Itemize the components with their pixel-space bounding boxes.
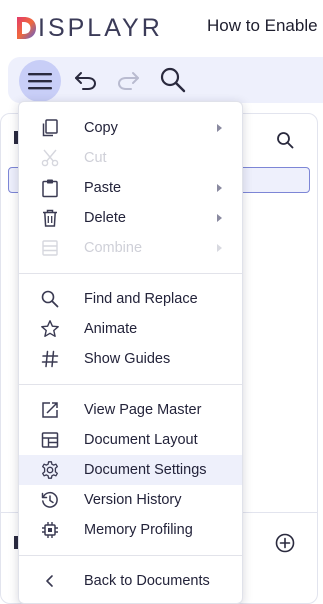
main-toolbar (8, 57, 323, 103)
menu-item-copy[interactable]: Copy (19, 113, 242, 143)
search-button[interactable] (155, 62, 191, 98)
star-icon (41, 320, 59, 337)
menu-item-label: Document Settings (84, 462, 207, 478)
menu-item-combine[interactable]: Combine (19, 233, 242, 263)
app-header: ISPLAYR How to Enable (0, 0, 323, 56)
menu-divider (19, 555, 242, 556)
menu-item-animate[interactable]: Animate (19, 314, 242, 344)
logo-d-mark (17, 17, 36, 39)
scissors-icon (41, 149, 59, 167)
trash-icon (43, 209, 57, 227)
history-icon (41, 491, 58, 508)
menu-item-label: Copy (84, 120, 118, 136)
menu-item-find-and-replace[interactable]: Find and Replace (19, 284, 242, 314)
menu-item-document-settings[interactable]: Document Settings (19, 455, 242, 485)
layout-icon (41, 432, 59, 448)
panel-search-icon[interactable] (276, 131, 294, 149)
menu-item-label: Animate (84, 321, 138, 337)
menu-item-show-guides[interactable]: Show Guides (19, 344, 242, 374)
gear-icon (42, 461, 58, 479)
add-circle-icon[interactable] (275, 533, 295, 553)
hamburger-menu-icon (28, 73, 52, 90)
menu-item-label: Cut (84, 150, 107, 166)
document-title[interactable]: How to Enable (207, 16, 318, 36)
menu-item-memory-profiling[interactable]: Memory Profiling (19, 515, 242, 545)
menu-item-label: Version History (84, 492, 182, 508)
menu-item-back-to-documents[interactable]: Back to Documents (19, 566, 242, 596)
chevron-left-icon (46, 575, 53, 587)
submenu-arrow-icon (217, 124, 222, 132)
submenu-arrow-icon (217, 214, 222, 222)
menu-item-view-page-master[interactable]: View Page Master (19, 395, 242, 425)
menu-item-label: Document Layout (84, 432, 198, 448)
menu-item-label: Show Guides (84, 351, 171, 367)
menu-item-label: Delete (84, 210, 126, 226)
redo-icon (117, 72, 139, 90)
menu-item-label: Find and Replace (84, 291, 198, 307)
menu-item-label: Memory Profiling (84, 522, 193, 538)
displayr-logo[interactable]: ISPLAYR (15, 14, 163, 42)
menu-item-label: Combine (84, 240, 143, 256)
redo-button[interactable] (110, 62, 146, 98)
menu-divider (19, 273, 242, 274)
hamburger-menu-button[interactable] (19, 60, 61, 102)
menu-item-label: View Page Master (84, 402, 202, 418)
menu-item-delete[interactable]: Delete (19, 203, 242, 233)
submenu-arrow-icon (217, 184, 222, 192)
menu-item-document-layout[interactable]: Document Layout (19, 425, 242, 455)
combine-icon (42, 240, 58, 256)
clipboard-icon (42, 179, 58, 198)
menu-item-cut[interactable]: Cut (19, 143, 242, 173)
main-menu-dropdown: Copy Cut Paste Delete Combine Find and R… (18, 101, 243, 604)
undo-icon (75, 72, 97, 90)
submenu-arrow-icon (217, 244, 222, 252)
menu-divider (19, 384, 242, 385)
hash-icon (41, 350, 59, 368)
menu-item-label: Paste (84, 180, 122, 196)
menu-item-paste[interactable]: Paste (19, 173, 242, 203)
copy-icon (42, 119, 58, 137)
menu-item-label: Back to Documents (84, 573, 210, 589)
chip-icon (42, 522, 58, 538)
logo-text: ISPLAYR (38, 13, 163, 42)
menu-item-version-history[interactable]: Version History (19, 485, 242, 515)
page-master-icon (42, 402, 58, 418)
search-icon (160, 67, 186, 93)
undo-button[interactable] (68, 62, 104, 98)
search-icon (41, 290, 59, 308)
